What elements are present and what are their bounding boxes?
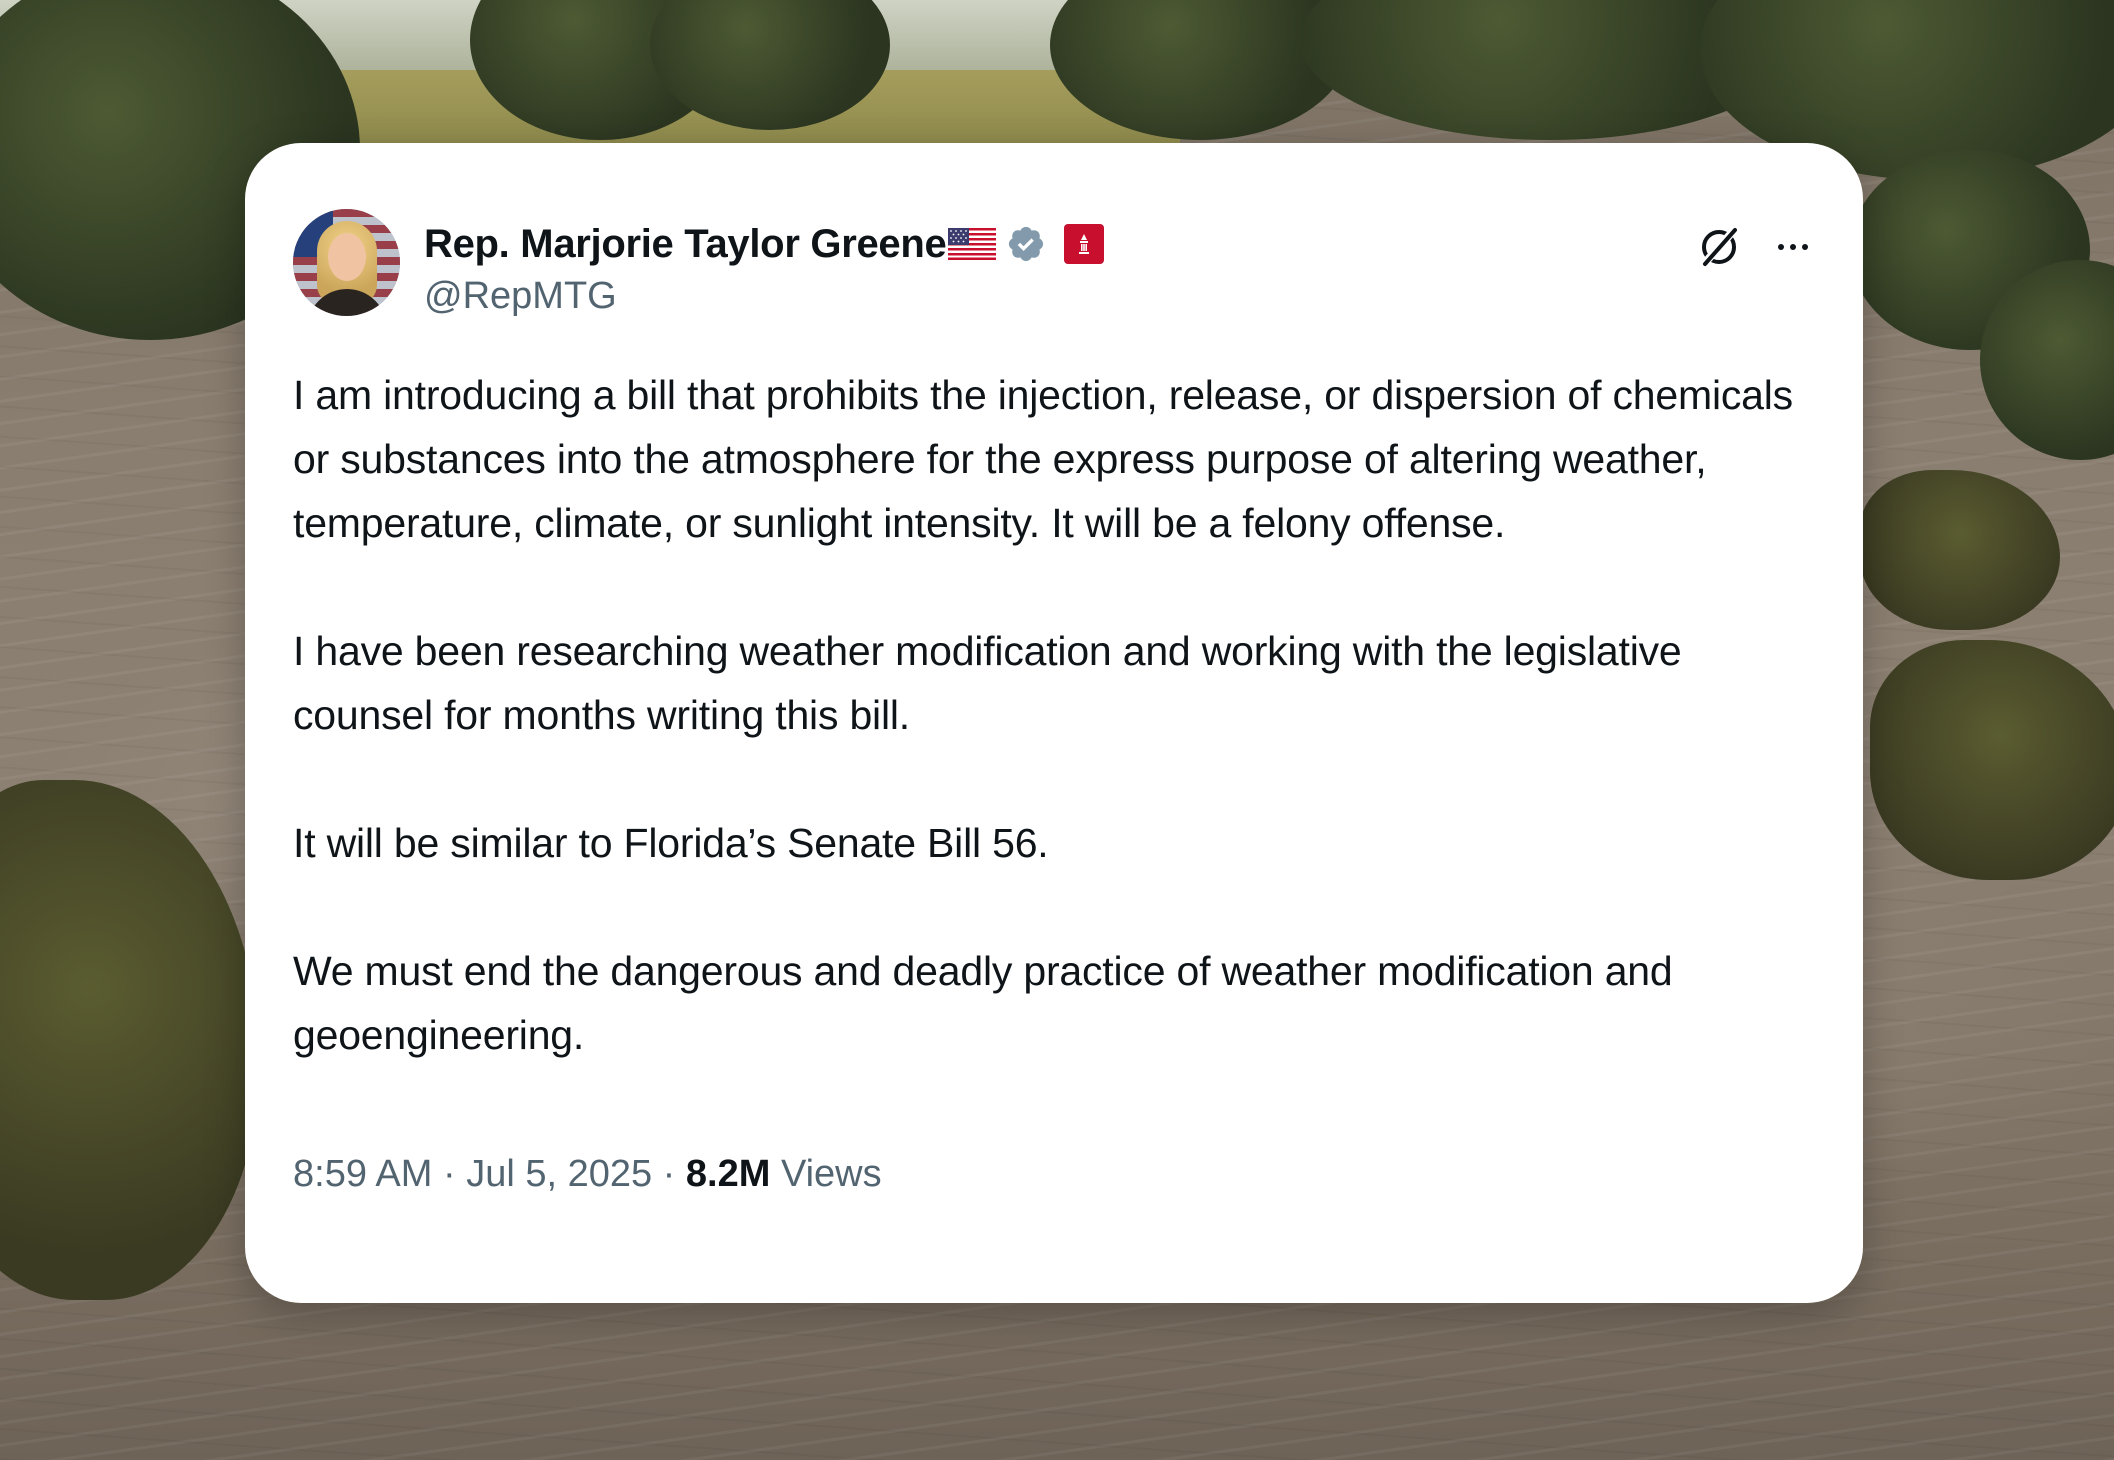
tweet-paragraph: I have been researching weather modifica…	[293, 628, 1682, 738]
tweet-card[interactable]: Rep. Marjorie Taylor Greene @RepMTG I am…	[245, 143, 1863, 1303]
house-seal-icon[interactable]	[1064, 224, 1105, 264]
tweet-header: Rep. Marjorie Taylor Greene @RepMTG	[293, 209, 1815, 319]
header-actions	[1695, 223, 1815, 271]
tweet-paragraph: I am introducing a bill that prohibits t…	[293, 372, 1793, 546]
verified-badge-icon[interactable]	[1006, 224, 1046, 264]
tweet-time[interactable]: 8:59 AM	[293, 1153, 432, 1196]
user-handle[interactable]: @RepMTG	[424, 275, 617, 318]
more-icon[interactable]	[1771, 225, 1815, 269]
avatar[interactable]	[293, 209, 400, 316]
meta-separator: ·	[652, 1153, 686, 1195]
name-row: Rep. Marjorie Taylor Greene	[424, 219, 1105, 269]
views-count[interactable]: 8.2M	[686, 1153, 770, 1196]
grok-icon[interactable]	[1695, 223, 1743, 271]
tweet-meta: 8:59 AM · Jul 5, 2025 · 8.2M Views	[293, 1153, 882, 1196]
tweet-paragraph: We must end the dangerous and deadly pra…	[293, 948, 1673, 1058]
tweet-paragraph: It will be similar to Florida’s Senate B…	[293, 820, 1049, 866]
tweet-text: I am introducing a bill that prohibits t…	[293, 363, 1823, 1131]
views-label: Views	[770, 1153, 882, 1195]
us-flag-icon	[948, 228, 997, 260]
meta-separator: ·	[432, 1153, 467, 1195]
tweet-date[interactable]: Jul 5, 2025	[466, 1153, 652, 1196]
display-name[interactable]: Rep. Marjorie Taylor Greene	[424, 222, 947, 267]
